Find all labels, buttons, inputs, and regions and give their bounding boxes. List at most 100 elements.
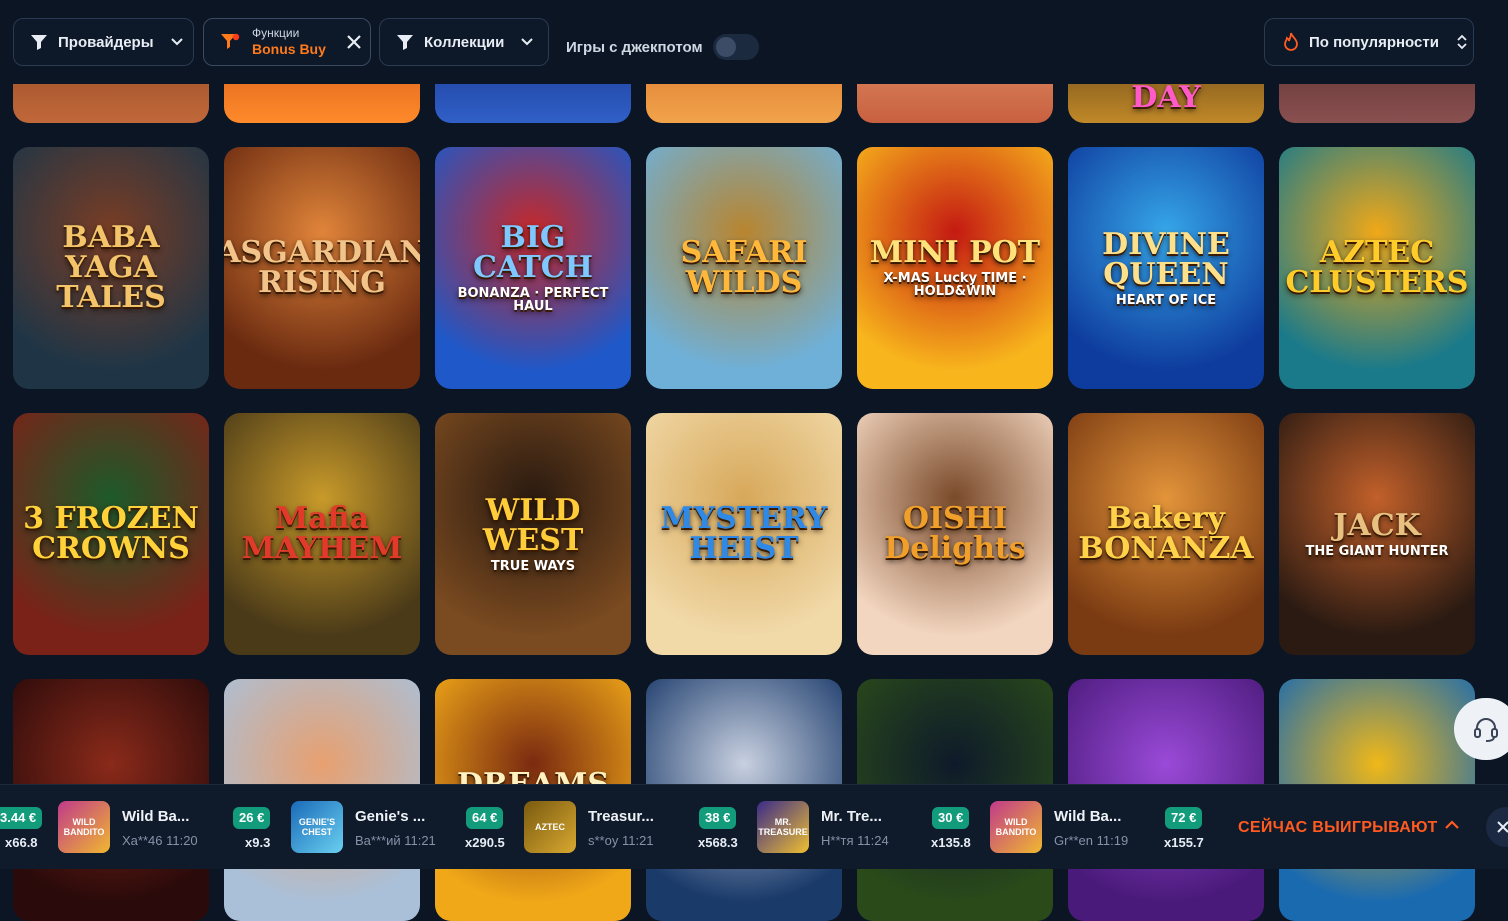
game-tile[interactable]: WILD WEST TRUE WAYS [435,413,631,655]
winner-game-thumbnail[interactable]: WILD BANDITO [58,801,110,853]
winner-user-time: Н**тя 11:24 [821,833,889,848]
game-tile[interactable]: ASGARDIAN RISING [224,147,420,389]
game-title: DIVINE QUEEN HEART OF ICE [1068,226,1264,308]
headset-icon [1474,718,1498,742]
thumbnail-logo-text: AZTEC [535,822,565,832]
support-chat-button[interactable] [1454,698,1508,760]
winner-game-name[interactable]: Treasur... [588,808,654,825]
winner-game-thumbnail[interactable]: MR. TREASURE [757,801,809,853]
game-tile[interactable]: JACK THE GIANT HUNTER [1279,413,1475,655]
win-amount-badge: 26 € [233,807,271,829]
game-subtitle: TRUE WAYS [490,558,576,574]
win-multiplier: x568.3 [698,835,738,850]
game-tile[interactable]: BIG CATCH BONANZA · PERFECT HAUL [435,147,631,389]
winner-game-name[interactable]: Wild Ba... [122,808,189,825]
game-title-text: SAFARI WILDS [680,235,808,300]
jackpot-games-toggle-row: Игры с джекпотом [566,34,759,60]
chevron-down-icon [521,38,534,46]
providers-filter-label: Провайдеры [58,33,154,51]
game-title: Bakery BONANZA [1068,504,1264,564]
collections-filter-button[interactable]: Коллекции [379,18,549,66]
win-multiplier: x66.8 [5,835,38,850]
game-title-text: BABA YAGA TALES [56,220,166,315]
game-title-text: 3 FROZEN CROWNS [23,501,199,566]
game-title-text: JACK [1333,507,1421,543]
win-amount-badge: 3.44 € [0,807,43,829]
filter-funnel-icon [31,35,47,50]
filter-bar: Провайдеры Функции Bonus Buy Коллекции И… [0,0,1508,84]
providers-filter-button[interactable]: Провайдеры [13,18,194,66]
game-title-text: BIG CATCH [472,220,594,285]
fire-icon [1284,32,1298,51]
game-tile[interactable]: BABA YAGA TALES [13,147,209,389]
close-winners-button[interactable] [1486,807,1508,847]
game-title: AZTEC CLUSTERS [1279,238,1475,298]
game-title-text: MINI POT [869,235,1041,270]
functions-filter-caption: Функции [252,26,300,41]
win-multiplier: x9.3 [245,835,271,850]
chevron-up-icon[interactable] [1444,819,1460,831]
winner-game-name[interactable]: Genie's ... [355,808,425,825]
winner-game-thumbnail[interactable]: GENIE'S CHEST [291,801,343,853]
game-title: WILD WEST TRUE WAYS [435,492,631,574]
win-amount-badge: 30 € [932,807,970,829]
now-winning-label[interactable]: СЕЙЧАС ВЫИГРЫВАЮТ [1238,819,1438,837]
game-title-text: DIVINE QUEEN [1102,226,1230,292]
game-title: 3 FROZEN CROWNS [13,504,209,564]
game-title: SAFARI WILDS [646,238,842,298]
clear-filter-close-icon[interactable] [346,34,362,50]
game-title: MINI POT X-MAS Lucky TIME · HOLD&WIN [857,235,1053,299]
winner-game-name[interactable]: Mr. Tre... [821,808,882,825]
thumbnail-logo-text: WILD BANDITO [63,817,105,837]
game-title: Mafia MAYHEM [224,504,420,564]
game-title: BABA YAGA TALES [13,223,209,313]
recent-winners-bar: 3.44 € x66.8 WILD BANDITO Wild Ba... Xa**46 … [0,784,1508,869]
game-tile[interactable]: SAFARI WILDS [646,147,842,389]
game-tile[interactable]: MYSTERY HEIST [646,413,842,655]
winner-game-name[interactable]: Wild Ba... [1054,808,1121,825]
game-subtitle: HEART OF ICE [1115,292,1217,308]
game-title-text: Mafia MAYHEM [241,501,403,566]
game-title: MYSTERY HEIST [646,504,842,564]
game-subtitle: X-MAS Lucky TIME · HOLD&WIN [883,271,1027,299]
game-subtitle: THE GIANT HUNTER [1305,543,1449,559]
winner-user-time: Ba***ий 11:21 [355,833,436,848]
functions-filter-button[interactable]: Функции Bonus Buy [203,18,371,66]
game-tile[interactable]: Mafia MAYHEM [224,413,420,655]
chevron-down-icon [170,38,183,46]
sort-select[interactable]: По популярности [1264,18,1474,66]
winner-game-thumbnail[interactable]: AZTEC [524,801,576,853]
jackpot-games-toggle[interactable] [712,34,759,60]
game-title: ASGARDIAN RISING [224,238,420,298]
game-tile[interactable]: AZTEC CLUSTERS [1279,147,1475,389]
win-multiplier: x135.8 [931,835,971,850]
game-tile[interactable]: 3 FROZEN CROWNS [13,413,209,655]
game-title: OISHI Delights [857,504,1053,564]
winner-game-thumbnail[interactable]: WILD BANDITO [990,801,1042,853]
filter-funnel-icon [397,35,413,50]
filter-funnel-active-icon [221,33,240,49]
win-multiplier: x290.5 [465,835,505,850]
game-title-text: AZTEC CLUSTERS [1285,235,1469,300]
winner-user-time: Gr**en 11:19 [1054,833,1129,848]
close-icon [1497,821,1508,833]
win-multiplier: x155.7 [1164,835,1204,850]
toggle-knob [715,37,736,57]
game-title-text: OISHI Delights [884,501,1026,566]
game-title: BIG CATCH BONANZA · PERFECT HAUL [435,220,631,314]
win-amount-badge: 64 € [466,807,504,829]
game-tile[interactable]: MINI POT X-MAS Lucky TIME · HOLD&WIN [857,147,1053,389]
game-title-text: Bakery BONANZA [1078,501,1254,566]
game-title-text: ASGARDIAN RISING [224,235,420,300]
thumbnail-logo-text: GENIE'S CHEST [298,817,336,837]
game-tile[interactable]: Bakery BONANZA [1068,413,1264,655]
winner-user-time: Xa**46 11:20 [122,833,198,848]
game-tile[interactable]: OISHI Delights [857,413,1053,655]
game-title-text: WILD WEST [482,492,584,558]
game-tile[interactable]: DIVINE QUEEN HEART OF ICE [1068,147,1264,389]
thumbnail-logo-text: MR. TREASURE [758,817,808,837]
sort-label: По популярности [1309,33,1439,51]
winner-user-time: s**oy 11:21 [588,833,654,848]
jackpot-games-label: Игры с джекпотом [566,38,703,56]
functions-filter-value: Bonus Buy [252,40,326,57]
